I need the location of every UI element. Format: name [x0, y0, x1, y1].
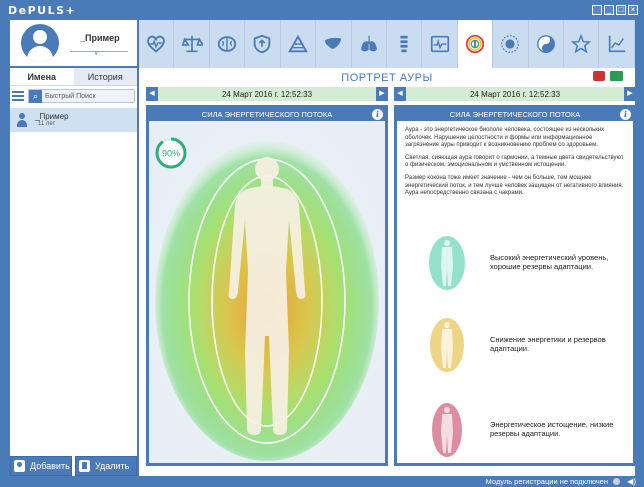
profile-card[interactable]: _Пример ∨ — [10, 20, 137, 66]
aura-icon[interactable] — [457, 20, 494, 68]
profile-name: _Пример — [80, 33, 120, 43]
legend-text-medium: Снижение энергетики и резервов адаптации… — [490, 335, 606, 353]
minimize-icon[interactable]: _ — [604, 5, 614, 15]
description-paragraph: Светлая, сияющая аура говорит о гармонии… — [405, 154, 624, 169]
add-user-icon — [14, 460, 25, 472]
close-icon[interactable]: × — [628, 5, 638, 15]
restore-button[interactable] — [592, 5, 602, 15]
sidebar-actions: Добавить Удалить — [10, 456, 137, 476]
aura-panel: СИЛА ЭНЕРГЕТИЧЕСКОГО ПОТОКА i 90% — [146, 105, 388, 466]
sun-icon[interactable] — [493, 20, 529, 68]
aura-panel-header: СИЛА ЭНЕРГЕТИЧЕСКОГО ПОТОКА i — [149, 108, 385, 121]
maximize-icon[interactable]: □ — [616, 5, 626, 15]
add-label: Добавить — [30, 461, 70, 471]
avatar — [21, 24, 59, 62]
pyramid-icon[interactable] — [281, 20, 317, 68]
page-title: ПОРТРЕТ АУРЫ — [341, 72, 433, 84]
app-logo: DePULS+ — [8, 4, 77, 17]
prev-date-button-right[interactable]: ◀ — [394, 87, 406, 101]
yin-yang-icon[interactable] — [529, 20, 565, 68]
heart-icon[interactable] — [139, 20, 175, 68]
main-content: ПОРТРЕТ АУРЫ ◀ 24 Март 2016 г. 12:52:33 … — [139, 68, 636, 476]
aura-figure: 90% — [149, 121, 385, 463]
module-toolbar — [139, 20, 635, 68]
print-icon[interactable] — [593, 71, 605, 81]
scales-icon[interactable] — [174, 20, 210, 68]
description-paragraph: Размер кокона тоже имеет значение - чем … — [405, 174, 624, 197]
search-input[interactable]: ⌕ Быстрый Поиск — [28, 89, 135, 103]
legend-figure-high — [429, 236, 465, 290]
brain-icon[interactable] — [210, 20, 246, 68]
user-name: _Пример — [35, 112, 69, 121]
shield-icon[interactable] — [245, 20, 281, 68]
window-controls: _ □ × — [592, 5, 638, 15]
legend-figure-medium — [430, 318, 464, 372]
title-bar: DePULS+ _ □ × — [0, 0, 644, 20]
info-panel-header: СИЛА ЭНЕРГЕТИЧЕСКОГО ПОТОКА i — [397, 108, 633, 121]
percent-label: 90% — [162, 149, 180, 159]
lungs-icon[interactable] — [352, 20, 387, 68]
right-date: 24 Март 2016 г. 12:52:33 — [406, 87, 624, 101]
info-panel-body: Аура - это энергетическое биополе челове… — [397, 121, 633, 463]
sidebar: Имена История ⌕ Быстрый Поиск _Пример 11… — [10, 68, 137, 476]
aura-description: Аура - это энергетическое биополе челове… — [397, 121, 633, 198]
aura-svg: 90% — [149, 121, 385, 463]
tab-names[interactable]: Имена — [10, 68, 74, 85]
liver-icon[interactable] — [316, 20, 352, 68]
legend-figure-low — [432, 403, 462, 457]
legend-text-low: Энергетическое истощение, низкие резервы… — [490, 420, 614, 438]
prev-date-button[interactable]: ◀ — [146, 87, 158, 101]
list-item[interactable]: _Пример 11 лет — [10, 108, 137, 132]
next-date-button-right[interactable]: ▶ — [624, 87, 636, 101]
legend-text-high: Высокий энергетический уровень, хорошие … — [490, 253, 609, 271]
chevron-down-icon[interactable]: ∨ — [94, 50, 98, 57]
profile-divider — [70, 51, 128, 52]
search-row: ⌕ Быстрый Поиск — [12, 88, 135, 104]
cardiogram-icon[interactable] — [422, 20, 458, 68]
user-icon — [17, 113, 27, 127]
trash-icon — [79, 460, 90, 472]
menu-icon[interactable] — [12, 91, 24, 101]
tab-history[interactable]: История — [73, 68, 137, 85]
connection-status-icon — [613, 478, 620, 485]
add-user-button[interactable]: Добавить — [10, 456, 72, 476]
next-date-button[interactable]: ▶ — [376, 87, 388, 101]
status-text: Модуль регистрации не подключен — [485, 477, 608, 486]
delete-label: Удалить — [95, 461, 130, 471]
speaker-icon[interactable]: ◀) — [627, 477, 636, 486]
user-age: 11 лет — [38, 121, 56, 127]
aura-panel-title: СИЛА ЭНЕРГЕТИЧЕСКОГО ПОТОКА — [201, 110, 333, 119]
chart-icon[interactable] — [599, 20, 635, 68]
info-icon[interactable]: i — [372, 109, 383, 120]
delete-user-button[interactable]: Удалить — [75, 456, 137, 476]
status-bar: Модуль регистрации не подключен ◀) — [139, 476, 644, 487]
info-icon[interactable]: i — [620, 109, 631, 120]
book-icon[interactable] — [610, 71, 623, 81]
search-placeholder: Быстрый Поиск — [45, 92, 96, 100]
description-paragraph: Аура - это энергетическое биополе челове… — [405, 127, 605, 149]
percent-gauge: 90% — [155, 137, 187, 169]
info-panel-title: СИЛА ЭНЕРГЕТИЧЕСКОГО ПОТОКА — [449, 110, 581, 119]
left-date: 24 Март 2016 г. 12:52:33 — [158, 87, 376, 101]
star-icon[interactable] — [564, 20, 600, 68]
sidebar-tabs: Имена История — [10, 68, 137, 86]
info-panel: СИЛА ЭНЕРГЕТИЧЕСКОГО ПОТОКА i Аура - это… — [394, 105, 636, 466]
search-icon[interactable]: ⌕ — [29, 89, 42, 103]
spine-icon[interactable] — [387, 20, 423, 68]
